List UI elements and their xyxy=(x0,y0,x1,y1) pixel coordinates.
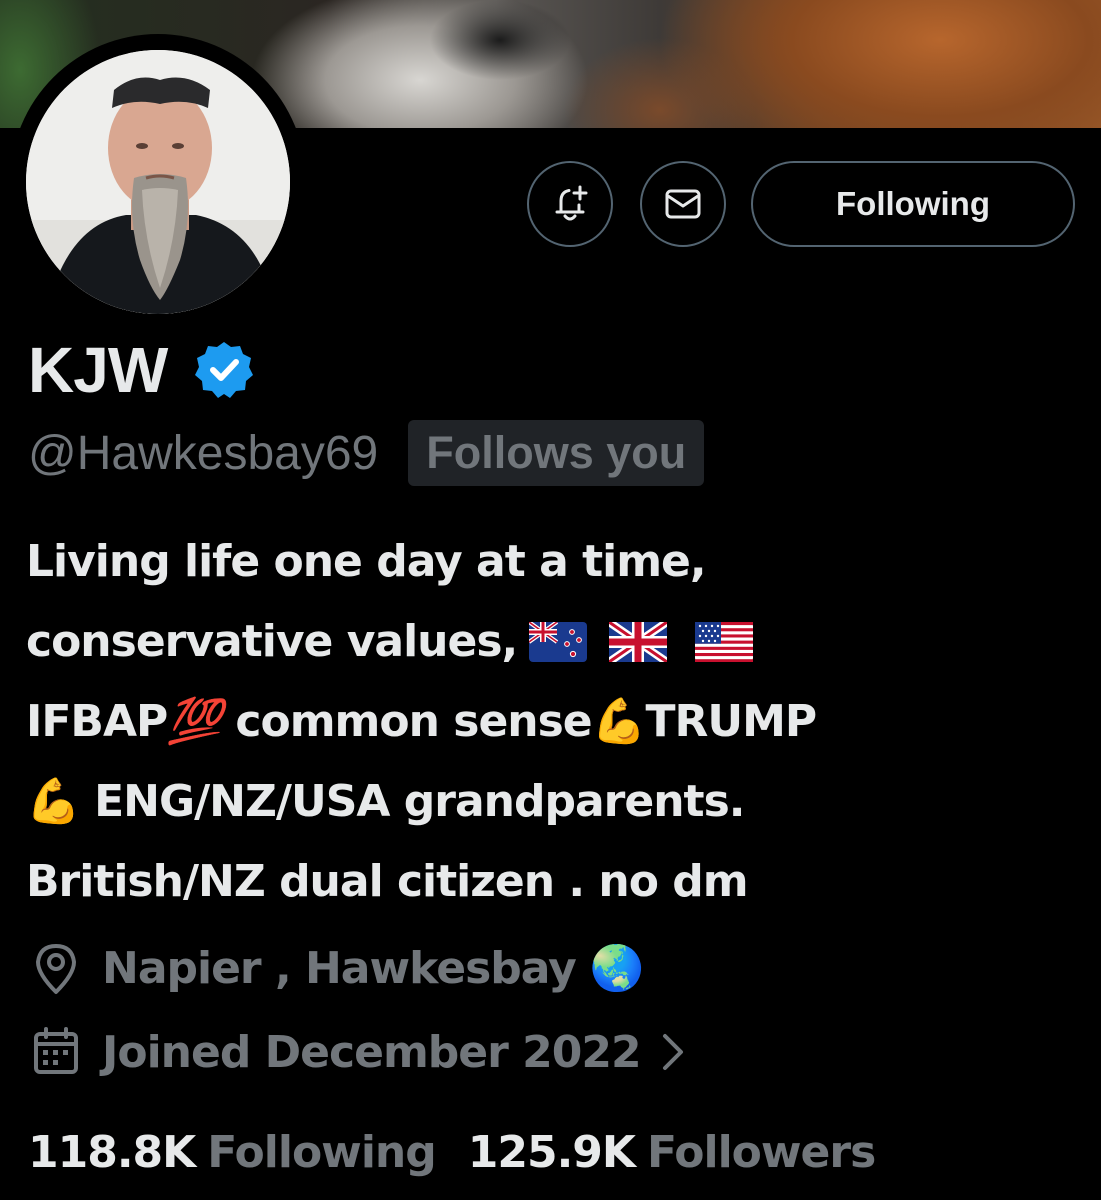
avatar[interactable] xyxy=(26,50,290,314)
verified-badge-icon xyxy=(195,342,254,398)
bio-text-common-sense: common sense xyxy=(221,696,592,747)
bio-line-4: 💪 ENG/NZ/USA grandparents. xyxy=(26,762,1076,842)
notifications-button[interactable] xyxy=(527,161,613,247)
name-row: KJW xyxy=(28,332,255,408)
bio-line-1: Living life one day at a time, xyxy=(26,536,707,587)
followers-stat[interactable]: 125.9K Followers xyxy=(467,1126,877,1178)
location-text: Napier , Hawkesbay xyxy=(102,942,577,994)
location-row: Napier , Hawkesbay 🌏 xyxy=(28,936,645,1000)
nz-flag-icon xyxy=(529,622,588,662)
bio-line-5: British/NZ dual citizen . no dm xyxy=(26,856,749,907)
following-button[interactable]: Following xyxy=(751,161,1075,247)
globe-emoji: 🌏 xyxy=(589,943,645,994)
message-button[interactable] xyxy=(640,161,726,247)
bio-line-2: conservative values, xyxy=(26,602,1076,682)
hundred-points-emoji: 💯 xyxy=(167,696,222,747)
followers-label: Followers xyxy=(647,1126,876,1178)
handle-row: @Hawkesbay69 Follows you xyxy=(28,418,705,488)
bio-line-3: IFBAP💯 common sense💪TRUMP xyxy=(26,682,1076,762)
location-pin-icon xyxy=(36,944,76,994)
us-flag-icon xyxy=(695,622,754,662)
following-label: Following xyxy=(207,1126,436,1178)
uk-flag-icon xyxy=(609,622,668,662)
bio-line-2-text: conservative values, xyxy=(26,616,518,667)
display-name: KJW xyxy=(28,334,168,406)
followers-count: 125.9K xyxy=(467,1126,636,1178)
stats-row: 118.8K Following 125.9K Followers xyxy=(28,1118,877,1186)
following-count: 118.8K xyxy=(28,1126,196,1178)
flexed-biceps-emoji: 💪 xyxy=(591,696,647,747)
calendar-icon xyxy=(34,1027,78,1074)
bell-plus-icon xyxy=(555,185,588,221)
joined-row[interactable]: Joined December 2022 xyxy=(28,1020,687,1084)
bio: Living life one day at a time, conservat… xyxy=(26,522,1076,922)
envelope-icon xyxy=(665,189,701,219)
bio-text-ifbap: IFBAP xyxy=(26,696,168,747)
banner-shade xyxy=(360,0,600,128)
handle: @Hawkesbay69 xyxy=(28,426,379,480)
follows-you-badge: Follows you xyxy=(408,420,705,486)
bio-text-grandparents: ENG/NZ/USA grandparents. xyxy=(79,776,745,827)
bio-text-trump: TRUMP xyxy=(645,696,817,747)
joined-text: Joined December 2022 xyxy=(102,1026,642,1078)
chevron-right-icon xyxy=(662,1034,683,1070)
following-stat[interactable]: 118.8K Following xyxy=(28,1126,437,1178)
flexed-biceps-emoji: 💪 xyxy=(26,776,81,827)
